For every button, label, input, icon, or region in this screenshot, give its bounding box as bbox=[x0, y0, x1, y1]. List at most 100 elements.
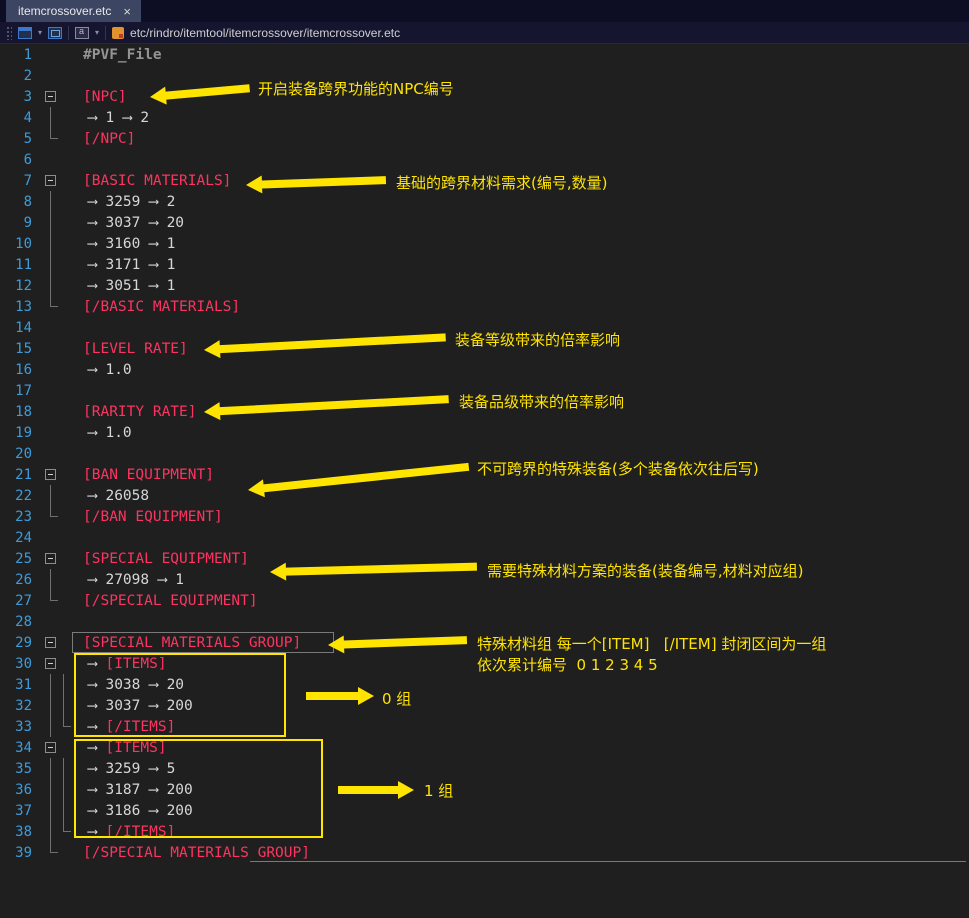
fold-guide bbox=[44, 800, 57, 821]
code-line-2[interactable]: 2 bbox=[0, 65, 969, 86]
fold-guide bbox=[44, 821, 57, 842]
code-line-25[interactable]: 25[SPECIAL EQUIPMENT] bbox=[0, 548, 969, 569]
code-line-24[interactable]: 24 bbox=[0, 527, 969, 548]
code-line-31[interactable]: 31⟶ 3038 ⟶ 20 bbox=[0, 674, 969, 695]
compare-icon[interactable] bbox=[75, 27, 89, 39]
fold-marker-icon[interactable] bbox=[44, 86, 57, 107]
fold-guide bbox=[57, 317, 70, 338]
code-line-29[interactable]: 29[SPECIAL MATERIALS GROUP] bbox=[0, 632, 969, 653]
line-number: 14 bbox=[0, 320, 44, 336]
line-number: 18 bbox=[0, 404, 44, 420]
line-number: 15 bbox=[0, 341, 44, 357]
fold-guide bbox=[57, 401, 70, 422]
code-line-36[interactable]: 36⟶ 3187 ⟶ 200 bbox=[0, 779, 969, 800]
code-line-21[interactable]: 21 [BAN EQUIPMENT] bbox=[0, 464, 969, 485]
window-copy-icon[interactable] bbox=[48, 27, 62, 39]
code-line-19[interactable]: 19⟶ 1.0 bbox=[0, 422, 969, 443]
code-line-38[interactable]: 38 ⟶ [/ITEMS] bbox=[0, 821, 969, 842]
code-line-32[interactable]: 32⟶ 3037 ⟶ 200 bbox=[0, 695, 969, 716]
code-text: ⟶ 1.0 bbox=[70, 425, 132, 441]
code-line-8[interactable]: 8⟶ 3259 ⟶ 2 bbox=[0, 191, 969, 212]
tab-title: itemcrossover.etc bbox=[18, 4, 111, 18]
toolbar-grip-handle[interactable] bbox=[6, 26, 12, 40]
code-line-12[interactable]: 12⟶ 3051 ⟶ 1 bbox=[0, 275, 969, 296]
code-line-5[interactable]: 5[/NPC] bbox=[0, 128, 969, 149]
code-line-34[interactable]: 34⟶ [ITEMS] bbox=[0, 737, 969, 758]
code-line-13[interactable]: 13[/BASIC MATERIALS] bbox=[0, 296, 969, 317]
fold-marker-icon[interactable] bbox=[44, 170, 57, 191]
fold-guide bbox=[44, 485, 57, 506]
code-line-15[interactable]: 15[LEVEL RATE] bbox=[0, 338, 969, 359]
code-line-37[interactable]: 37⟶ 3186 ⟶ 200 bbox=[0, 800, 969, 821]
code-segment: ⟶ 3259 ⟶ 2 bbox=[88, 194, 175, 210]
code-line-26[interactable]: 26⟶ 27098 ⟶ 1 bbox=[0, 569, 969, 590]
code-line-28[interactable]: 28 bbox=[0, 611, 969, 632]
code-text: ⟶ 3038 ⟶ 20 bbox=[70, 677, 184, 693]
fold-guide bbox=[44, 401, 57, 422]
tab-close-icon[interactable]: × bbox=[123, 5, 131, 18]
code-line-9[interactable]: 9⟶ 3037 ⟶ 20 bbox=[0, 212, 969, 233]
chevron-down-icon[interactable]: ▾ bbox=[38, 28, 42, 37]
code-line-35[interactable]: 35⟶ 3259 ⟶ 5 bbox=[0, 758, 969, 779]
fold-guide bbox=[44, 149, 57, 170]
code-text: ⟶ 3051 ⟶ 1 bbox=[70, 278, 175, 294]
fold-guide bbox=[57, 170, 70, 191]
fold-guide bbox=[57, 569, 70, 590]
code-line-6[interactable]: 6 bbox=[0, 149, 969, 170]
code-text: ⟶ 1 ⟶ 2 bbox=[70, 110, 149, 126]
code-text: [/NPC] bbox=[70, 131, 135, 147]
fold-guide bbox=[57, 611, 70, 632]
fold-guide bbox=[44, 191, 57, 212]
fold-guide bbox=[44, 611, 57, 632]
code-line-4[interactable]: 4⟶ 1 ⟶ 2 bbox=[0, 107, 969, 128]
code-text: ⟶ [/ITEMS] bbox=[70, 824, 175, 840]
fold-guide bbox=[57, 65, 70, 86]
code-segment: ⟶ bbox=[88, 719, 105, 735]
code-segment: ⟶ 3037 ⟶ 200 bbox=[88, 698, 193, 714]
chevron-down-icon[interactable]: ▾ bbox=[95, 28, 99, 37]
toolbar: ▾ ▾ etc/rindro/itemtool/itemcrossover/it… bbox=[0, 22, 969, 44]
line-number: 2 bbox=[0, 68, 44, 84]
code-line-3[interactable]: 3[NPC] bbox=[0, 86, 969, 107]
code-line-14[interactable]: 14 bbox=[0, 317, 969, 338]
tab-itemcrossover[interactable]: itemcrossover.etc × bbox=[6, 0, 141, 22]
code-line-27[interactable]: 27[/SPECIAL EQUIPMENT] bbox=[0, 590, 969, 611]
code-line-22[interactable]: 22⟶ 26058 bbox=[0, 485, 969, 506]
code-line-17[interactable]: 17 bbox=[0, 380, 969, 401]
code-line-33[interactable]: 33⟶ [/ITEMS] bbox=[0, 716, 969, 737]
fold-marker-icon[interactable] bbox=[44, 653, 57, 674]
code-text: [BAN EQUIPMENT] bbox=[70, 467, 214, 483]
panel-icon[interactable] bbox=[18, 27, 32, 39]
fold-guide bbox=[57, 800, 70, 821]
code-text: [SPECIAL MATERIALS GROUP] bbox=[70, 635, 301, 651]
fold-marker-icon[interactable] bbox=[44, 464, 57, 485]
line-number: 30 bbox=[0, 656, 44, 672]
code-line-23[interactable]: 23[/BAN EQUIPMENT] bbox=[0, 506, 969, 527]
code-line-10[interactable]: 10⟶ 3160 ⟶ 1 bbox=[0, 233, 969, 254]
code-segment: ⟶ 3160 ⟶ 1 bbox=[88, 236, 175, 252]
code-line-20[interactable]: 20 bbox=[0, 443, 969, 464]
file-path: etc/rindro/itemtool/itemcrossover/itemcr… bbox=[130, 26, 400, 40]
code-line-7[interactable]: 7[BASIC MATERIALS] bbox=[0, 170, 969, 191]
fold-guide bbox=[57, 632, 70, 653]
line-number: 3 bbox=[0, 89, 44, 105]
fold-guide bbox=[57, 737, 70, 758]
line-number: 21 bbox=[0, 467, 44, 483]
fold-marker-icon[interactable] bbox=[44, 737, 57, 758]
fold-marker-icon[interactable] bbox=[44, 632, 57, 653]
line-number: 38 bbox=[0, 824, 44, 840]
code-line-30[interactable]: 30⟶ [ITEMS] bbox=[0, 653, 969, 674]
fold-guide bbox=[44, 842, 57, 863]
code-line-11[interactable]: 11⟶ 3171 ⟶ 1 bbox=[0, 254, 969, 275]
fold-guide bbox=[57, 443, 70, 464]
code-tag: [/SPECIAL MATERIALS GROUP] bbox=[83, 845, 310, 861]
code-line-1[interactable]: 1#PVF_File bbox=[0, 44, 969, 65]
code-line-18[interactable]: 18[RARITY RATE] bbox=[0, 401, 969, 422]
code-area[interactable]: 1#PVF_File 2 3[NPC]4⟶ 1 ⟶ 25[/NPC]67[BASIC… bbox=[0, 44, 969, 918]
code-text: [/BAN EQUIPMENT] bbox=[70, 509, 223, 525]
fold-guide bbox=[44, 443, 57, 464]
fold-marker-icon[interactable] bbox=[44, 548, 57, 569]
fold-guide bbox=[57, 590, 70, 611]
code-line-16[interactable]: 16⟶ 1.0 bbox=[0, 359, 969, 380]
code-line-39[interactable]: 39[/SPECIAL MATERIALS GROUP] bbox=[0, 842, 969, 863]
